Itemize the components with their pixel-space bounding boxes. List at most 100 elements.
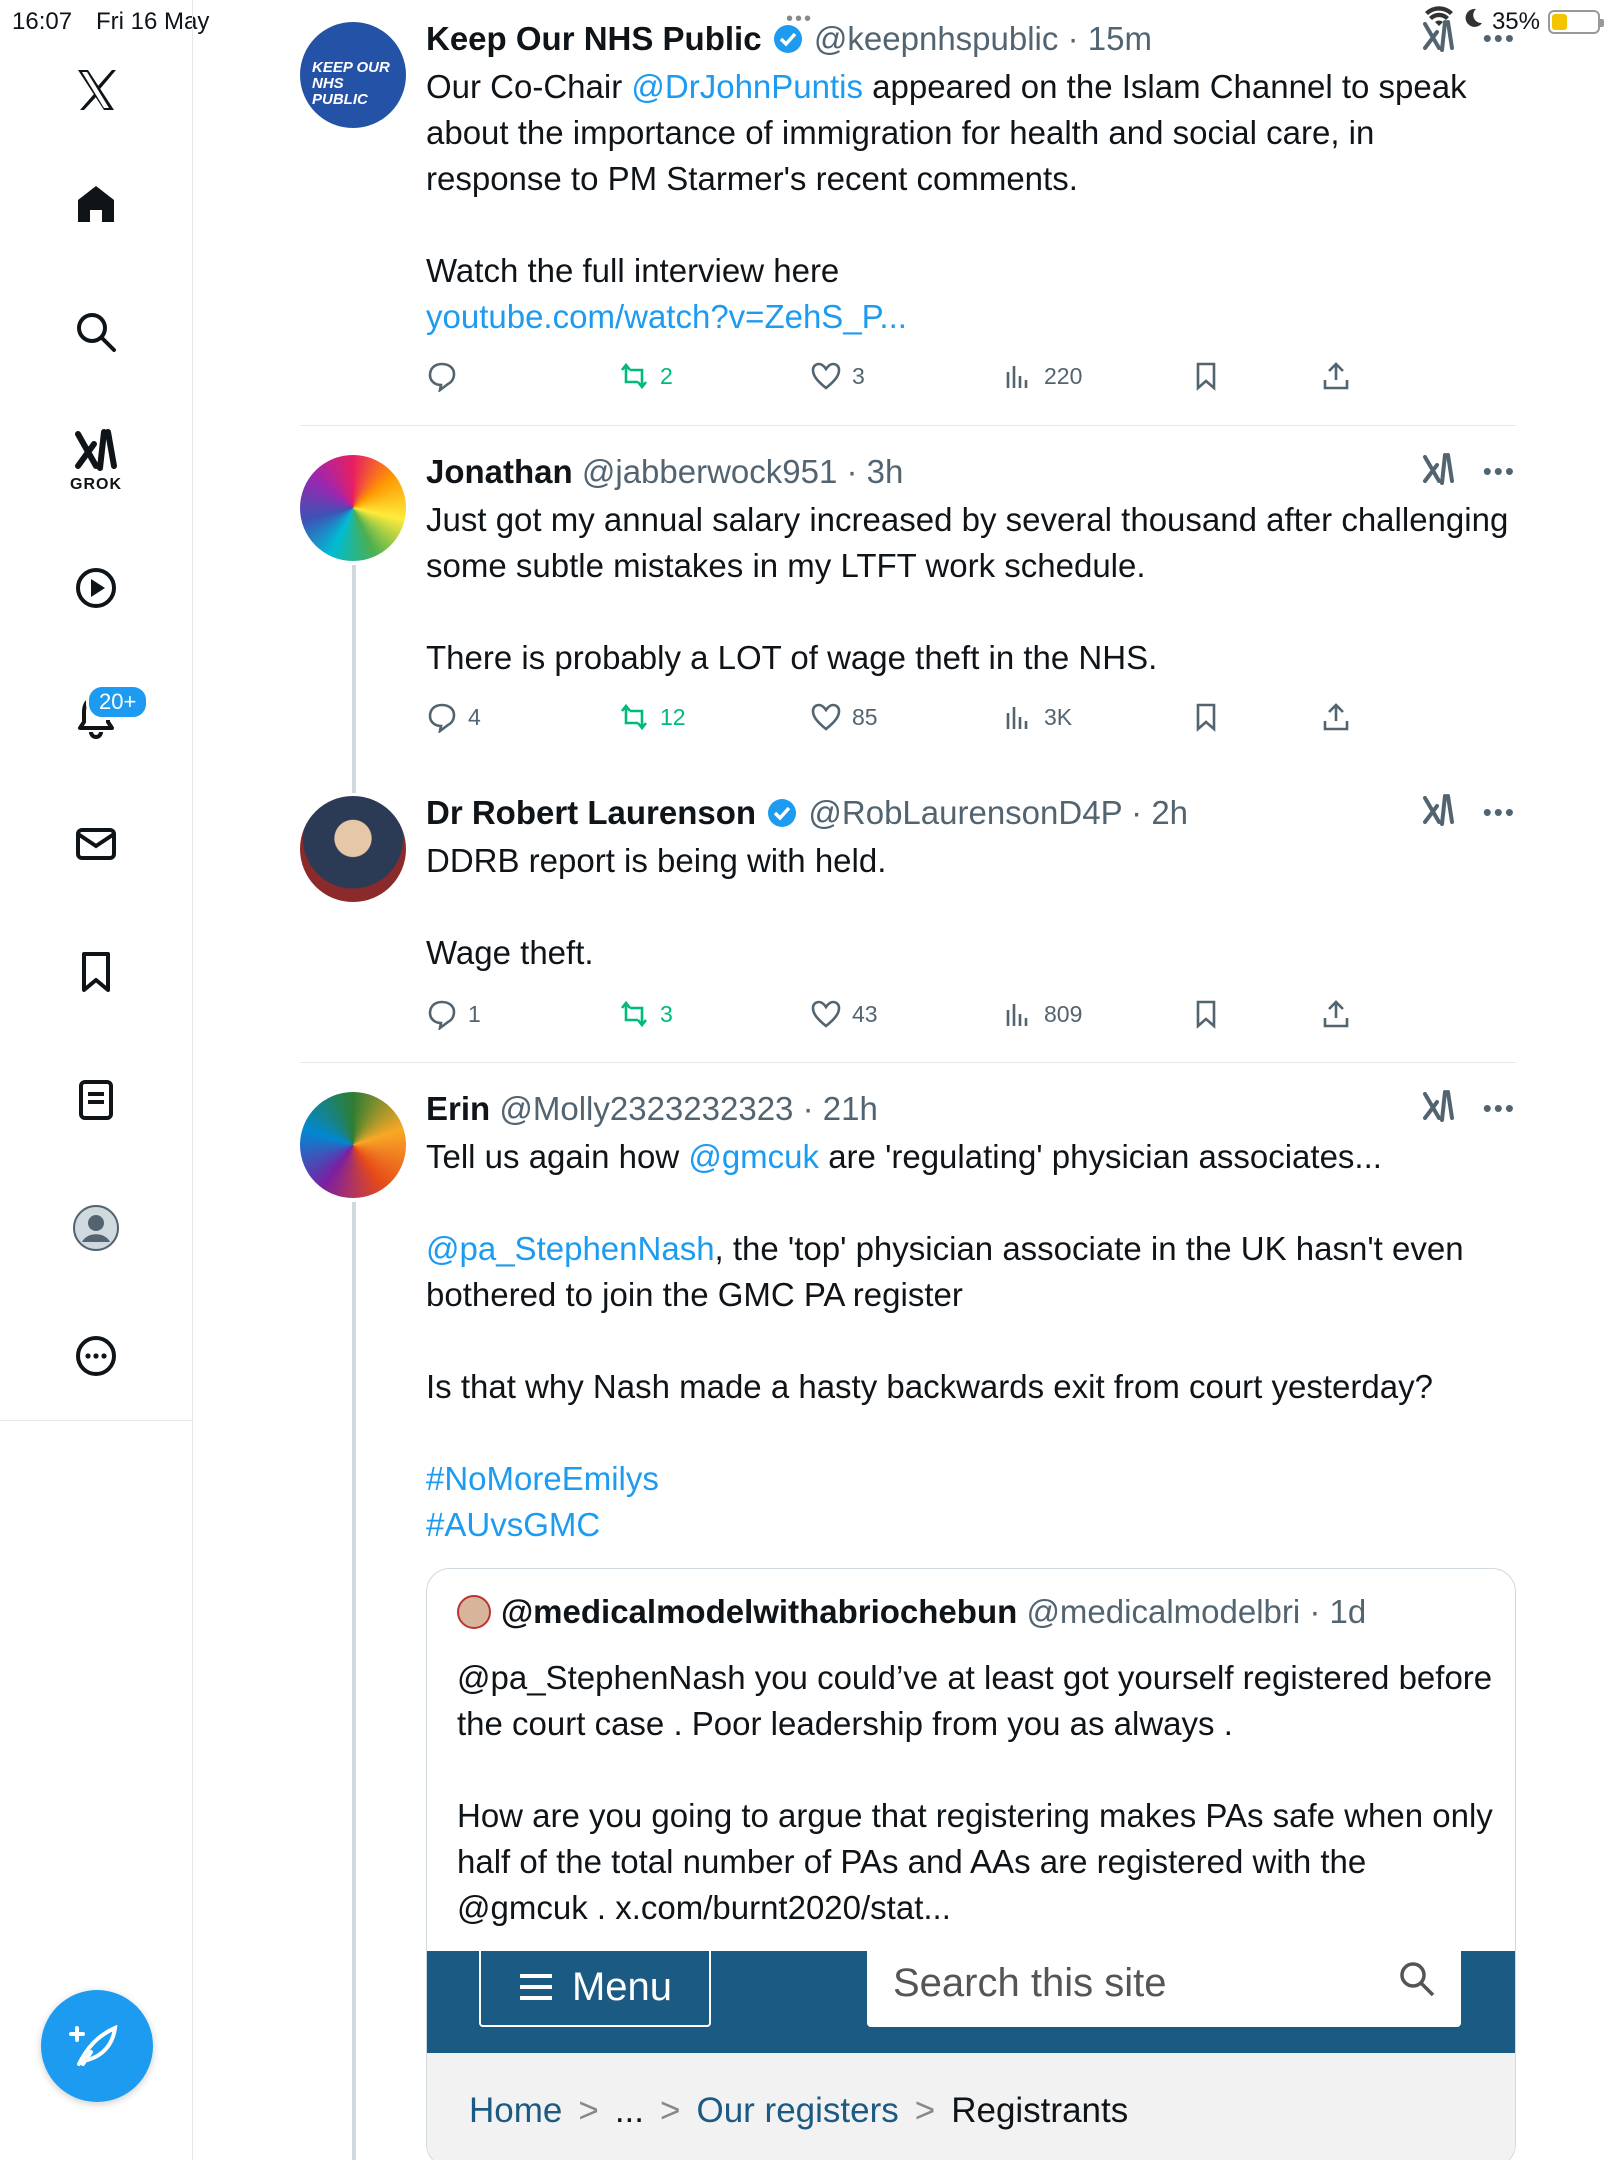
bookmark-button[interactable] bbox=[1190, 695, 1222, 739]
bookmark-icon bbox=[1196, 703, 1216, 732]
tweet-text: DDRB report is being with held. Wage the… bbox=[426, 842, 887, 971]
site-header-bar: Menu Search this site bbox=[427, 1947, 1515, 2053]
views-chart-icon bbox=[1006, 1004, 1028, 1026]
avatar[interactable] bbox=[300, 796, 406, 902]
views-button[interactable]: 220 bbox=[1002, 354, 1082, 398]
retweet-button[interactable]: 2 bbox=[618, 354, 673, 398]
heart-icon bbox=[811, 362, 841, 390]
share-button[interactable] bbox=[1320, 695, 1352, 739]
quote-image[interactable]: Menu Search this site Home >... > Our regis… bbox=[427, 1947, 1515, 2160]
retweet-button[interactable]: 12 bbox=[618, 695, 686, 739]
reply-button[interactable] bbox=[426, 354, 468, 398]
reply-button[interactable]: 4 bbox=[426, 695, 481, 739]
x-logo-icon[interactable] bbox=[66, 60, 126, 120]
mention-link[interactable]: @DrJohnPuntis bbox=[631, 68, 863, 105]
like-count: 85 bbox=[852, 703, 878, 730]
views-chart-icon bbox=[1006, 366, 1028, 388]
grok-explain-icon[interactable] bbox=[1421, 792, 1457, 833]
profile-avatar-icon[interactable] bbox=[66, 1198, 126, 1258]
more-menu-icon[interactable]: ••• bbox=[1483, 1093, 1516, 1124]
tweet-header: Keep Our NHS Public @keepnhspublic · 15m bbox=[426, 20, 1152, 57]
thread-connector bbox=[352, 565, 356, 793]
more-menu-icon[interactable]: ••• bbox=[1483, 23, 1516, 54]
battery-fill bbox=[1552, 13, 1568, 30]
view-count: 3K bbox=[1044, 703, 1073, 730]
site-menu-button: Menu bbox=[479, 1947, 711, 2027]
grok-explain-icon[interactable] bbox=[1421, 451, 1457, 492]
bookmark-icon bbox=[1196, 1000, 1216, 1029]
home-icon[interactable] bbox=[66, 174, 126, 234]
notification-badge: 20+ bbox=[86, 684, 150, 720]
author-handle[interactable]: @RobLaurensonD4P bbox=[808, 794, 1122, 831]
bookmark-button[interactable] bbox=[1190, 992, 1222, 1036]
views-button[interactable]: 809 bbox=[1002, 992, 1082, 1036]
hashtag-link[interactable]: #NoMoreEmilys bbox=[426, 1460, 659, 1497]
like-button[interactable]: 85 bbox=[810, 695, 878, 739]
quoted-tweet-card[interactable]: @medicalmodelwithabriochebun @medicalmod… bbox=[426, 1568, 1516, 2160]
share-button[interactable] bbox=[1320, 354, 1352, 398]
more-options-icon[interactable] bbox=[66, 1326, 126, 1386]
bookmarks-icon[interactable] bbox=[66, 942, 126, 1002]
views-chart-icon bbox=[1006, 707, 1028, 729]
views-button[interactable]: 3K bbox=[1002, 695, 1072, 739]
tweet-divider bbox=[300, 425, 1516, 426]
site-search-placeholder: Search this site bbox=[893, 1961, 1167, 2005]
retweet-icon bbox=[620, 1000, 648, 1028]
tweet-time[interactable]: 15m bbox=[1088, 20, 1152, 57]
like-button[interactable]: 3 bbox=[810, 354, 865, 398]
tweet-top-right: ••• bbox=[1421, 1088, 1516, 1129]
quote-time[interactable]: 1d bbox=[1330, 1593, 1367, 1630]
site-search-box: Search this site bbox=[867, 1947, 1461, 2027]
avatar[interactable]: KEEP OUR NHS PUBLIC bbox=[300, 22, 406, 128]
tweet-content: Dr Robert Laurenson @RobLaurensonD4P · 2… bbox=[426, 792, 1516, 976]
author-name[interactable]: Dr Robert Laurenson bbox=[426, 794, 756, 831]
compose-post-button[interactable] bbox=[41, 1990, 153, 2102]
tweet-time[interactable]: 3h bbox=[867, 453, 904, 490]
tweet-text-part: Tell us again how bbox=[426, 1138, 689, 1175]
tweet-content: Jonathan @jabberwock951 · 3h Just got my… bbox=[426, 451, 1516, 681]
retweet-button[interactable]: 3 bbox=[618, 992, 673, 1036]
share-button[interactable] bbox=[1320, 992, 1352, 1036]
tweet-top-right: ••• bbox=[1421, 18, 1516, 59]
tweet-divider bbox=[300, 1062, 1516, 1063]
tweet-content: Keep Our NHS Public @keepnhspublic · 15m… bbox=[426, 18, 1516, 340]
author-handle[interactable]: @Molly2323232323 bbox=[499, 1090, 793, 1127]
reply-icon bbox=[428, 1000, 456, 1030]
bookmark-button[interactable] bbox=[1190, 354, 1222, 398]
tweet-time[interactable]: 2h bbox=[1151, 794, 1188, 831]
avatar[interactable] bbox=[300, 1092, 406, 1198]
like-button[interactable]: 43 bbox=[810, 992, 878, 1036]
messages-mail-icon[interactable] bbox=[66, 814, 126, 874]
reply-button[interactable]: 1 bbox=[426, 992, 481, 1036]
mention-link[interactable]: @gmcuk bbox=[688, 1138, 819, 1175]
more-menu-icon[interactable]: ••• bbox=[1483, 797, 1516, 828]
hashtag-link[interactable]: #AUvsGMC bbox=[426, 1506, 600, 1543]
author-name[interactable]: Jonathan bbox=[426, 453, 573, 490]
site-breadcrumb: Home >... > Our registers > Registrants bbox=[427, 2053, 1515, 2160]
grok-icon[interactable] bbox=[66, 420, 126, 480]
tweet-time[interactable]: 21h bbox=[823, 1090, 878, 1127]
tweet-actions: 1 3 43 809 bbox=[426, 992, 1406, 1036]
crumb-registers: Our registers bbox=[696, 2091, 899, 2130]
mention-link[interactable]: @pa_StephenNash bbox=[426, 1230, 715, 1267]
lists-icon[interactable] bbox=[66, 1070, 126, 1130]
grok-explain-icon[interactable] bbox=[1421, 18, 1457, 59]
video-play-icon[interactable] bbox=[66, 558, 126, 618]
author-name[interactable]: Keep Our NHS Public bbox=[426, 20, 762, 57]
quote-author-name[interactable]: @medicalmodelwithabriochebun bbox=[501, 1593, 1017, 1630]
quote-author-handle[interactable]: @medicalmodelbri bbox=[1026, 1593, 1300, 1630]
grok-explain-icon[interactable] bbox=[1421, 1088, 1457, 1129]
quote-avatar[interactable] bbox=[457, 1595, 491, 1629]
tweet-top-right: ••• bbox=[1421, 451, 1516, 492]
search-icon[interactable] bbox=[66, 302, 126, 362]
tweet-actions: 2 3 220 bbox=[426, 354, 1406, 398]
url-link[interactable]: youtube.com/watch?v=ZehS_P... bbox=[426, 298, 907, 335]
author-handle[interactable]: @jabberwock951 bbox=[582, 453, 837, 490]
site-search-icon bbox=[1400, 1962, 1435, 1997]
more-menu-icon[interactable]: ••• bbox=[1483, 456, 1516, 487]
avatar[interactable] bbox=[300, 455, 406, 561]
author-name[interactable]: Erin bbox=[426, 1090, 490, 1127]
author-handle[interactable]: @keepnhspublic bbox=[814, 20, 1059, 57]
view-count: 809 bbox=[1044, 1000, 1083, 1027]
reply-icon bbox=[428, 362, 456, 392]
